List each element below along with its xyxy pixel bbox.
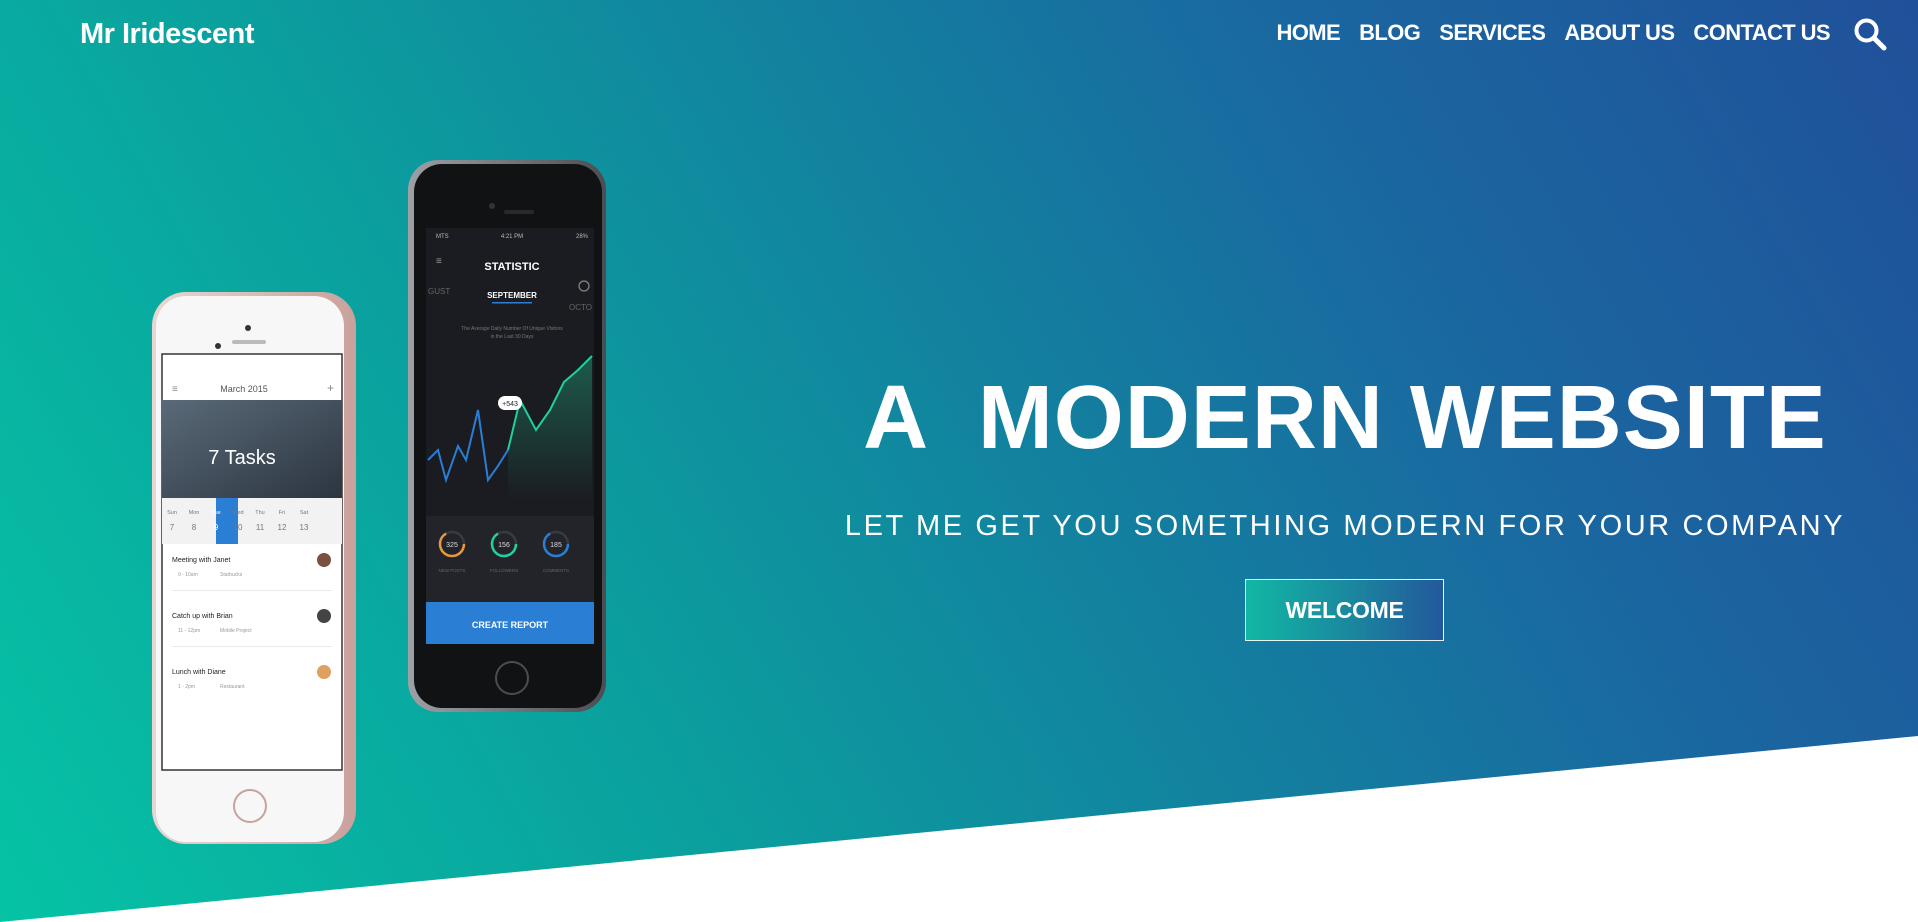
phone-mockup-dark: MTS 4:21 PM 28% ≡ STATISTIC GUST SEPTEMB… <box>408 160 606 712</box>
app-title: STATISTIC <box>484 261 539 273</box>
event-place: Starbucks <box>220 572 243 578</box>
day-number: 13 <box>300 523 309 532</box>
welcome-button[interactable]: WELCOME <box>1245 579 1444 641</box>
month-next: OCTO <box>569 303 592 312</box>
avatar <box>317 553 331 567</box>
status-carrier: MTS <box>436 234 449 240</box>
day-number: 11 <box>256 523 265 532</box>
divider <box>172 646 332 647</box>
divider <box>172 590 332 591</box>
stat-value: 325 <box>446 542 458 549</box>
avatar <box>317 609 331 623</box>
add-icon: + <box>327 381 334 395</box>
event-title: Lunch with Diane <box>172 669 226 676</box>
stat-label: NEW POSTS <box>438 568 465 573</box>
create-report-label: CREATE REPORT <box>472 620 549 630</box>
day-name: Thu <box>255 510 264 516</box>
event-place: Restaurant <box>220 684 245 690</box>
calendar-month: March 2015 <box>220 384 268 394</box>
brand-logo[interactable]: Mr Iridescent <box>80 14 255 54</box>
phone-mockup-light: March 2015 ≡ + 7 Tasks Sun 7 Mon 8 Tue 9 Wed 10… <box>152 292 356 844</box>
event-time: 11 - 12pm <box>178 628 200 634</box>
nav-blog[interactable]: BLOG <box>1359 16 1421 50</box>
menu-icon: ≡ <box>436 256 442 267</box>
day-name: Fri <box>279 510 285 516</box>
nav-services[interactable]: SERVICES <box>1439 16 1546 50</box>
stat-value: 156 <box>498 542 510 549</box>
nav-about-us[interactable]: ABOUT US <box>1564 16 1675 50</box>
event-title: Meeting with Janet <box>172 557 230 564</box>
event-title: Catch up with Brian <box>172 613 233 620</box>
event-time: 9 - 10am <box>178 572 198 578</box>
event-place: Mobile Project <box>220 628 252 634</box>
hero-headline: A MODERN WEBSITE <box>863 368 1827 468</box>
chart-caption-1: The Average Daily Number Of Unique Visit… <box>461 326 563 332</box>
chart-callout: +543 <box>502 401 518 408</box>
day-number: 9 <box>214 523 219 532</box>
stat-value: 185 <box>550 542 562 549</box>
day-number: 8 <box>192 523 197 532</box>
stat-label: FOLLOWERS <box>490 568 518 573</box>
chart-caption-2: in the Last 30 Days <box>491 334 534 340</box>
day-number: 7 <box>170 523 175 532</box>
menu-icon: ≡ <box>172 384 178 395</box>
hero-tagline: LET ME GET YOU SOMETHING MODERN FOR YOUR… <box>844 510 1846 542</box>
tasks-count: 7 Tasks <box>208 447 275 469</box>
day-name: Sun <box>167 510 177 516</box>
nav-contact-us[interactable]: CONTACT US <box>1693 16 1830 50</box>
status-battery: 28% <box>576 234 589 240</box>
avatar <box>317 665 331 679</box>
status-time: 4:21 PM <box>501 234 523 240</box>
month-prev: GUST <box>428 287 450 296</box>
day-name: Tue <box>211 510 220 516</box>
day-name: Mon <box>189 510 200 516</box>
month-current: SEPTEMBER <box>487 291 537 300</box>
day-name: Wed <box>232 510 243 516</box>
nav-home[interactable]: HOME <box>1276 16 1340 50</box>
search-icon[interactable] <box>1852 16 1888 52</box>
day-number: 12 <box>278 523 287 532</box>
day-name: Sat <box>300 510 309 516</box>
main-nav: HOME BLOG SERVICES ABOUT US CONTACT US <box>1257 16 1830 50</box>
event-time: 1 - 2pm <box>178 684 195 690</box>
day-number: 10 <box>234 523 243 532</box>
stat-label: COMMENTS <box>543 568 569 573</box>
